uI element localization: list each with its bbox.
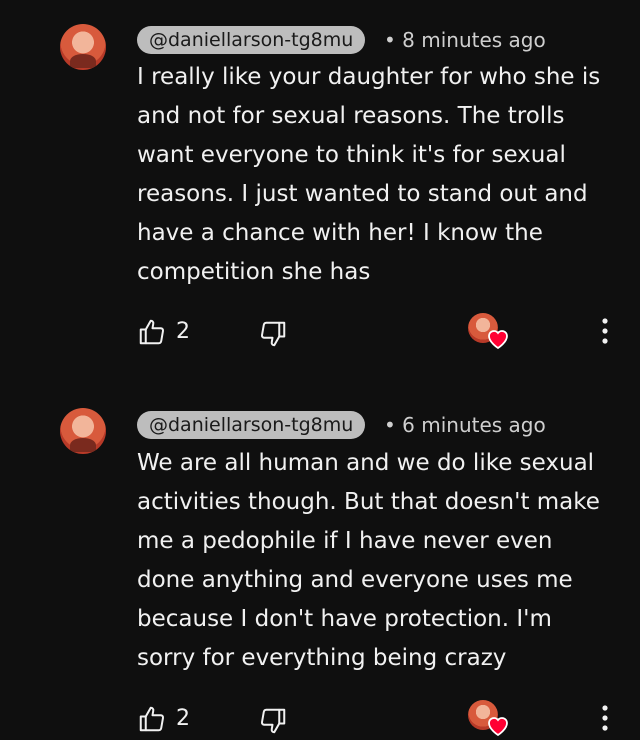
thumbs-down-icon <box>260 708 286 734</box>
heart-icon <box>488 330 508 349</box>
meta-separator: • <box>384 28 396 52</box>
more-vert-icon <box>602 705 608 731</box>
thumbs-up-icon <box>139 319 165 345</box>
thumbs-down-icon <box>260 321 286 347</box>
dislike-button[interactable] <box>258 706 288 736</box>
like-button[interactable] <box>137 317 167 347</box>
comment-text: We are all human and we do like sexual a… <box>137 450 600 671</box>
commenter-handle[interactable]: @daniellarson-tg8mu <box>137 411 366 439</box>
creator-heart-badge <box>468 313 512 353</box>
commenter-avatar[interactable] <box>60 408 106 454</box>
comment-timestamp[interactable]: 8 minutes ago <box>402 28 546 52</box>
thumbs-up-icon <box>139 706 165 732</box>
comment-actions: 2 <box>0 313 640 353</box>
comment-timestamp[interactable]: 6 minutes ago <box>402 413 546 437</box>
more-options-button[interactable] <box>594 313 616 349</box>
commenter-avatar[interactable] <box>60 24 106 70</box>
dislike-button[interactable] <box>258 319 288 349</box>
more-vert-icon <box>602 318 608 344</box>
comment-meta: • 8 minutes ago <box>384 26 546 54</box>
like-count: 2 <box>176 319 190 344</box>
like-count: 2 <box>176 706 190 731</box>
comment-text: I really like your daughter for who she … <box>137 64 601 285</box>
comment-actions: 2 <box>0 700 640 740</box>
more-options-button[interactable] <box>594 700 616 736</box>
heart-icon <box>488 717 508 736</box>
creator-heart-badge <box>468 700 512 740</box>
commenter-handle[interactable]: @daniellarson-tg8mu <box>137 26 366 54</box>
like-button[interactable] <box>137 704 167 734</box>
comment-meta: • 6 minutes ago <box>384 411 546 439</box>
meta-separator: • <box>384 413 396 437</box>
